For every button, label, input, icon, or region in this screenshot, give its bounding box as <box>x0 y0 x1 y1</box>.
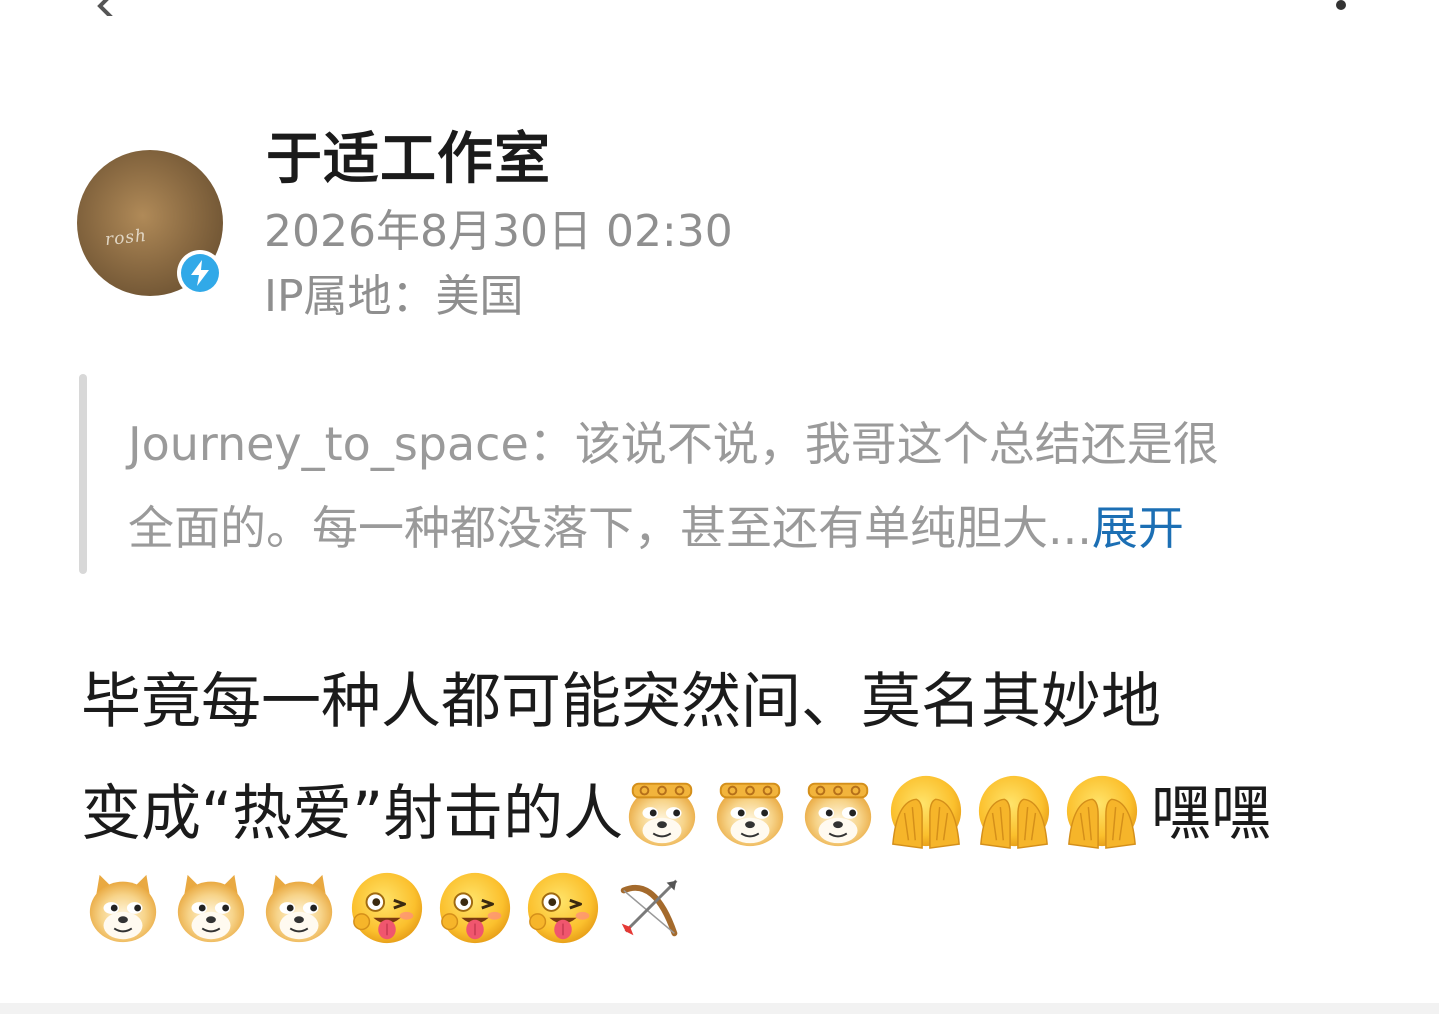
cover-face-emoji <box>887 772 965 850</box>
more-vertical-icon[interactable] <box>1334 0 1348 14</box>
doge-emoji <box>172 869 250 947</box>
bottom-divider <box>0 1003 1439 1014</box>
lightning-verified-icon <box>191 260 209 286</box>
quote-line-1: Journey_to_space：该说不说，我哥这个总结还是很 <box>128 417 1219 471</box>
quoted-comment[interactable]: Journey_to_space：该说不说，我哥这个总结还是很 全面的。每一种都… <box>79 374 1339 574</box>
doge-crown-emoji <box>799 772 877 850</box>
reply-line-2-text: 变成“热爱”射击的人 <box>81 779 624 849</box>
post-timestamp: 2026年8月30日 02:30 <box>264 206 733 257</box>
doge-crown-emoji <box>711 772 789 850</box>
doge-emoji <box>84 869 162 947</box>
reply-line-2: 变成“热爱”射击的人 嘿嘿 <box>81 758 1381 870</box>
ip-location: IP属地：美国 <box>264 271 524 322</box>
avatar-text: rosh <box>104 225 148 251</box>
cover-face-emoji <box>1063 772 1141 850</box>
quote-line-2: 全面的。每一种都没落下，甚至还有单纯胆大...展开 <box>128 486 1338 570</box>
bow-and-arrow-emoji <box>612 869 690 947</box>
quote-line-2-text: 全面的。每一种都没落下，甚至还有单纯胆大... <box>128 501 1092 555</box>
expand-link[interactable]: 展开 <box>1092 501 1184 555</box>
reply-emoji-row <box>84 866 700 950</box>
doge-crown-emoji <box>623 772 701 850</box>
author-name[interactable]: 于适工作室 <box>266 128 551 192</box>
verified-badge <box>177 250 223 296</box>
reply-line-2-suffix: 嘿嘿 <box>1151 779 1272 849</box>
reply-text: 毕竟每一种人都可能突然间、莫名其妙地 变成“热爱”射击的人 嘿嘿 <box>81 646 1381 870</box>
cover-face-emoji <box>975 772 1053 850</box>
reply-line-2-emojis <box>623 772 1151 850</box>
quote-bar <box>79 374 87 574</box>
author-avatar[interactable]: rosh <box>77 150 223 296</box>
wink-tongue-emoji <box>524 869 602 947</box>
doge-emoji <box>260 869 338 947</box>
reply-line-1: 毕竟每一种人都可能突然间、莫名其妙地 <box>81 667 1161 737</box>
wink-tongue-emoji <box>348 869 426 947</box>
quote-text: Journey_to_space：该说不说，我哥这个总结还是很 全面的。每一种都… <box>128 402 1338 570</box>
chevron-left-icon[interactable] <box>92 0 118 16</box>
wink-tongue-emoji <box>436 869 514 947</box>
